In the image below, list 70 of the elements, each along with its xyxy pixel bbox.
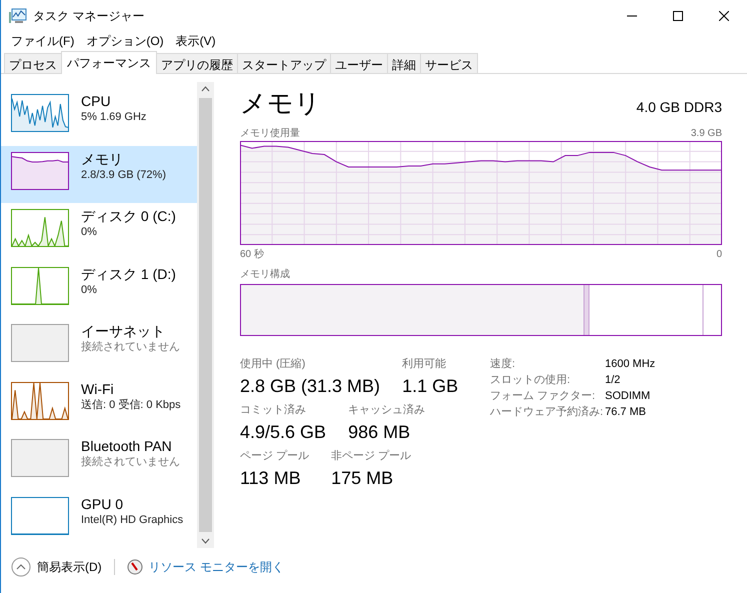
item-detail: Intel(R) HD Graphics xyxy=(81,512,184,528)
item-name: ディスク 1 (D:) xyxy=(81,264,176,282)
menu-item[interactable]: オプション(O) xyxy=(80,33,170,50)
fewer-details-button[interactable]: 簡易表示(D) xyxy=(11,557,102,577)
collapse-icon xyxy=(11,557,31,577)
property-label: ハードウェア予約済み: xyxy=(490,404,604,420)
tab[interactable]: ユーザー xyxy=(330,53,388,73)
maximize-icon xyxy=(673,11,683,21)
sidebar-item[interactable]: Wi-Fi 送信: 0 受信: 0 Kbps xyxy=(1,376,198,433)
scrollbar[interactable] xyxy=(197,82,214,548)
item-name: ディスク 0 (C:) xyxy=(81,207,176,225)
close-icon xyxy=(719,11,729,21)
stat-label: 利用可能 xyxy=(402,357,448,372)
gauge-icon xyxy=(126,559,143,575)
property-value: 76.7 MB xyxy=(605,405,647,420)
sidebar-item[interactable]: GPU 0 Intel(R) HD Graphics xyxy=(1,490,198,548)
stat-value: 113 MB xyxy=(240,467,302,490)
menu-item[interactable]: ファイル(F) xyxy=(5,33,80,50)
menu-item[interactable]: 表示(V) xyxy=(170,33,222,50)
stat-value: 2.8 GB (31.3 MB) xyxy=(240,375,380,398)
item-detail: 0% xyxy=(81,282,98,298)
tab[interactable]: プロセス xyxy=(4,53,62,73)
item-detail: 接続されていません xyxy=(81,340,180,355)
section-title: メモリ xyxy=(240,87,321,120)
stat-value: 986 MB xyxy=(348,421,412,444)
item-detail: 接続されていません xyxy=(81,455,180,470)
item-detail: 2.8/3.9 GB (72%) xyxy=(81,168,166,182)
tab[interactable]: 詳細 xyxy=(387,53,421,73)
property-value: SODIMM xyxy=(605,389,652,404)
stat-value: 1.1 GB xyxy=(402,375,458,398)
item-name: CPU xyxy=(81,92,112,110)
property-value: 1600 MHz xyxy=(605,357,656,372)
tab[interactable]: スタートアップ xyxy=(237,53,331,73)
stat-label: 非ページ プール xyxy=(331,448,412,464)
window-title: タスク マネージャー xyxy=(33,8,146,24)
item-name: GPU 0 xyxy=(81,494,124,512)
sidebar-item[interactable]: CPU 5% 1.69 GHz xyxy=(1,88,198,146)
property-label: フォーム ファクター: xyxy=(490,389,596,404)
property-label: スロットの使用: xyxy=(490,373,572,388)
tab[interactable]: アプリの履歴 xyxy=(156,53,238,73)
item-name: メモリ xyxy=(81,150,124,168)
stat-label: 使用中 (圧縮) xyxy=(240,356,306,372)
sidebar-item[interactable]: ディスク 1 (D:) 0% xyxy=(1,260,198,318)
stat-value: 175 MB xyxy=(331,467,394,490)
composition-title: メモリ構成 xyxy=(240,268,290,282)
sidebar-item[interactable]: イーサネット 接続されていません xyxy=(1,318,198,376)
property-label: 速度: xyxy=(490,356,516,372)
item-name: イーサネット xyxy=(81,322,166,340)
sidebar-item[interactable]: Bluetooth PAN 接続されていません xyxy=(1,433,198,490)
chart-title: メモリ使用量 xyxy=(240,127,300,141)
stat-label: コミット済み xyxy=(240,402,307,418)
memory-spec: 4.0 GB DDR3 xyxy=(636,99,722,115)
sidebar-item[interactable]: ディスク 0 (C:) 0% xyxy=(1,203,198,260)
stat-value: 4.9/5.6 GB xyxy=(240,421,326,444)
stat-label: キャッシュ済み xyxy=(348,402,426,418)
item-detail: 0% xyxy=(81,225,98,240)
axis-start-label: 60 秒 xyxy=(240,248,264,262)
property-value: 1/2 xyxy=(605,373,622,388)
sidebar-item[interactable]: メモリ 2.8/3.9 GB (72%) xyxy=(1,146,198,203)
tab[interactable]: サービス xyxy=(420,53,478,73)
tab[interactable]: パフォーマンス xyxy=(61,51,157,74)
app-icon xyxy=(9,8,27,24)
item-detail: 5% 1.69 GHz xyxy=(81,110,146,125)
item-detail: 送信: 0 受信: 0 Kbps xyxy=(81,398,181,412)
axis-end-label: 0 xyxy=(716,248,722,262)
chart-max: 3.9 GB xyxy=(690,127,722,141)
item-name: Wi-Fi xyxy=(81,380,115,398)
stat-label: ページ プール xyxy=(240,448,310,464)
item-name: Bluetooth PAN xyxy=(81,437,173,455)
resource-monitor-link[interactable]: リソース モニターを開く xyxy=(126,558,284,576)
